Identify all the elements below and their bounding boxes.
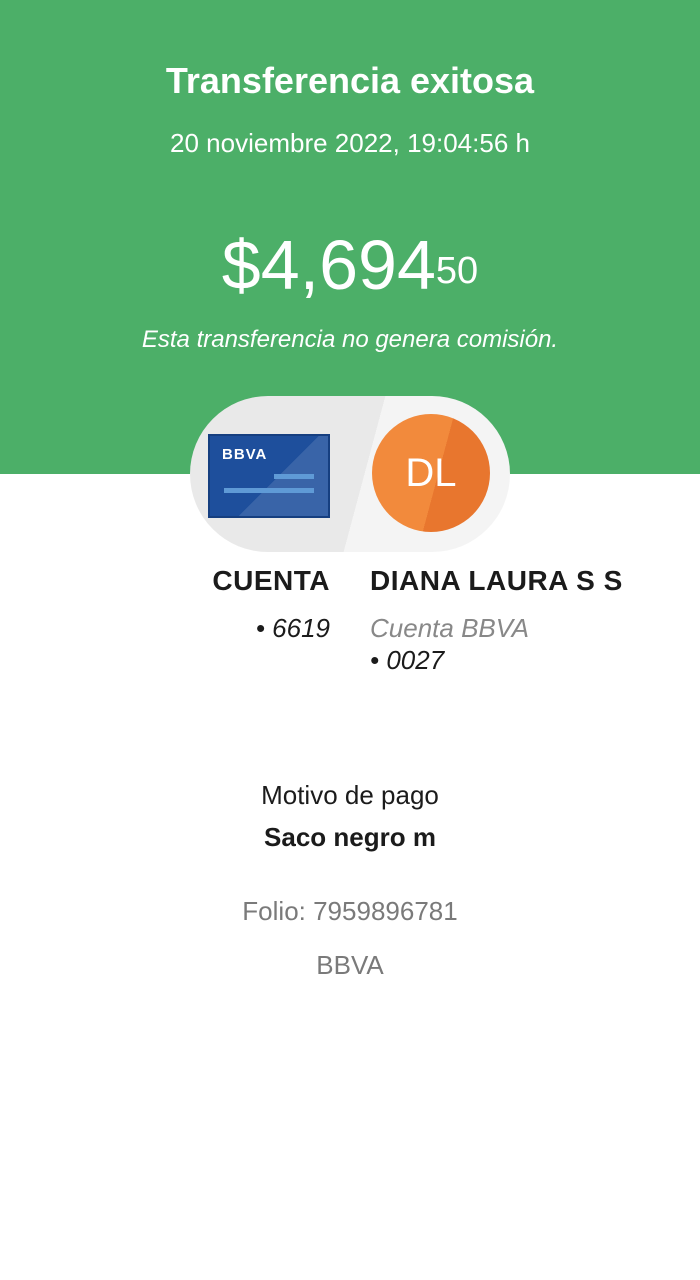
source-account: CUENTA • 6619 [150, 562, 330, 644]
transfer-datetime: 20 noviembre 2022, 19:04:56 h [170, 128, 530, 158]
destination-account: DIANA LAURA S S Cuenta BBVA • 0027 [370, 562, 680, 676]
page-title: Transferencia exitosa [165, 60, 535, 101]
bank-name: BBVA [316, 950, 384, 980]
transfer-amount: $4,69450 [0, 220, 700, 310]
recipient-bank: Cuenta BBVA [370, 613, 529, 643]
source-account-number: • 6619 [255, 613, 330, 643]
folio-number: Folio: 7959896781 [242, 896, 458, 926]
payment-reason-value: Saco negro m [264, 822, 436, 852]
transfer-parties-pill: BBVA DL [190, 396, 510, 552]
card-logo: BBVA [222, 446, 268, 463]
card-bar-short [274, 474, 314, 479]
commission-note: Esta transferencia no genera comisión. [141, 326, 559, 353]
recipient-avatar: DL [372, 414, 490, 532]
amount-cents: 50 [435, 250, 479, 292]
card-bar-long [224, 488, 314, 493]
amount-main: $4,694 [221, 226, 436, 304]
bank-card-icon: BBVA [208, 434, 330, 518]
source-account-label: CUENTA [212, 565, 330, 596]
recipient-account-number: • 0027 [370, 645, 445, 675]
payment-reason-label: Motivo de pago [261, 780, 439, 810]
recipient-name: DIANA LAURA S S [370, 565, 623, 596]
